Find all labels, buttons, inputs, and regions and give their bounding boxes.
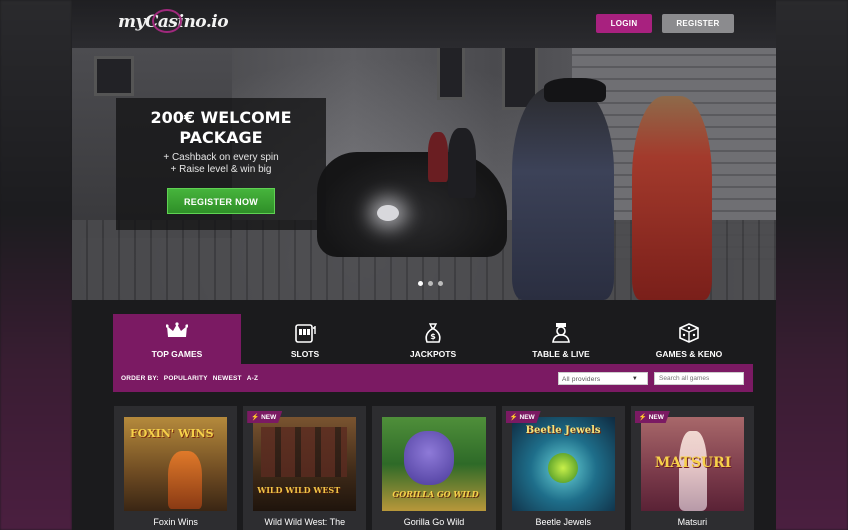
game-category-tabs: TOP GAMES SLOTS $ JACKPOTS TABLE & LIVE … bbox=[113, 314, 753, 364]
svg-text:$: $ bbox=[430, 332, 436, 341]
search-input[interactable] bbox=[654, 372, 744, 385]
new-badge: ⚡ NEW bbox=[247, 411, 283, 423]
lightning-icon: ⚡ bbox=[509, 414, 518, 421]
game-title[interactable]: Wild Wild West: The bbox=[253, 517, 356, 527]
game-title[interactable]: Foxin Wins bbox=[124, 517, 227, 527]
carousel-dot[interactable] bbox=[428, 281, 433, 286]
sort-popularity[interactable]: POPULARITY bbox=[164, 375, 208, 382]
game-art-title: Beetle Jewels bbox=[525, 425, 601, 436]
hero-window bbox=[437, 40, 465, 100]
order-by-label: ORDER BY: bbox=[121, 374, 159, 382]
dealer-icon bbox=[497, 322, 625, 344]
welcome-title-line2: PACKAGE bbox=[179, 128, 263, 147]
slot-machine-icon bbox=[241, 322, 369, 344]
money-bag-icon: $ bbox=[369, 322, 497, 344]
welcome-offer-box: 200€ WELCOME PACKAGE + Cashback on every… bbox=[116, 98, 326, 230]
tab-label: TABLE & LIVE bbox=[532, 349, 590, 359]
geisha-character bbox=[678, 431, 707, 511]
welcome-title-line1: 200€ WELCOME bbox=[150, 108, 292, 127]
game-thumbnail[interactable]: MATSURI bbox=[640, 417, 745, 511]
games-grid: FOXIN' WINS Foxin Wins ⚡ NEW WILD WILD W… bbox=[114, 406, 755, 530]
sort-a-z[interactable]: A-Z bbox=[247, 375, 258, 382]
dice-icon bbox=[625, 322, 753, 344]
welcome-bullet-raise-level: + Raise level & win big bbox=[170, 164, 272, 175]
crown-icon bbox=[113, 322, 241, 344]
provider-select-value: All providers bbox=[562, 376, 601, 383]
fox-character bbox=[168, 451, 202, 509]
game-card-foxin-wins[interactable]: FOXIN' WINS Foxin Wins bbox=[114, 406, 238, 530]
game-card-wild-wild-west[interactable]: ⚡ NEW WILD WILD WEST Wild Wild West: The bbox=[243, 406, 367, 530]
game-thumbnail[interactable]: WILD WILD WEST bbox=[253, 417, 357, 511]
game-card-gorilla-go-wild[interactable]: GORILLA GO WILD Gorilla Go Wild bbox=[372, 406, 496, 530]
game-title[interactable]: Matsuri bbox=[641, 517, 744, 527]
hero-gangster-man bbox=[512, 86, 614, 300]
badge-label: NEW bbox=[261, 414, 277, 421]
tab-label: TOP GAMES bbox=[151, 349, 203, 359]
game-thumbnail[interactable]: GORILLA GO WILD bbox=[382, 417, 486, 511]
game-thumbnail[interactable]: Beetle Jewels bbox=[511, 417, 615, 511]
chevron-down-icon: ▼ bbox=[631, 376, 638, 382]
hero-headlight bbox=[377, 205, 399, 221]
lightning-icon: ⚡ bbox=[251, 414, 260, 421]
badge-label: NEW bbox=[519, 414, 535, 421]
site-header: myCasino.io LOGIN REGISTER bbox=[72, 0, 776, 48]
game-card-beetle-jewels[interactable]: ⚡ NEW Beetle Jewels Beetle Jewels bbox=[501, 406, 625, 530]
tab-table-live[interactable]: TABLE & LIVE bbox=[497, 314, 625, 364]
tab-games-keno[interactable]: GAMES & KENO bbox=[625, 314, 753, 364]
game-art-title: MATSURI bbox=[654, 455, 732, 471]
game-art-title: WILD WILD WEST bbox=[257, 485, 341, 495]
hero-man-background bbox=[448, 128, 476, 198]
lightning-icon: ⚡ bbox=[638, 414, 647, 421]
game-title[interactable]: Beetle Jewels bbox=[512, 517, 615, 527]
hero-window bbox=[94, 56, 134, 96]
game-art-title: FOXIN' WINS bbox=[130, 427, 214, 440]
carousel-dots bbox=[418, 281, 443, 286]
gorilla-character bbox=[404, 431, 455, 485]
cowboys-art bbox=[261, 427, 348, 477]
carousel-dot[interactable] bbox=[438, 281, 443, 286]
hero-woman-background bbox=[428, 132, 448, 182]
logo-ring-icon bbox=[152, 9, 182, 33]
tab-label: GAMES & KENO bbox=[655, 349, 723, 359]
beetle-jewel-icon bbox=[547, 453, 578, 483]
site-logo[interactable]: myCasino.io bbox=[118, 9, 229, 33]
badge-label: NEW bbox=[648, 414, 664, 421]
game-art-title: GORILLA GO WILD bbox=[392, 489, 479, 499]
hero-fedora-hat bbox=[544, 78, 606, 102]
hero-woman-red-dress bbox=[632, 96, 712, 300]
tab-slots[interactable]: SLOTS bbox=[241, 314, 369, 364]
provider-select[interactable]: All providers ▼ bbox=[558, 372, 648, 385]
welcome-bullet-cashback: + Cashback on every spin bbox=[163, 152, 279, 163]
game-thumbnail[interactable]: FOXIN' WINS bbox=[124, 417, 228, 511]
carousel-dot[interactable] bbox=[418, 281, 423, 286]
login-button[interactable]: LOGIN bbox=[596, 14, 652, 33]
game-card-matsuri[interactable]: ⚡ NEW MATSURI Matsuri bbox=[630, 406, 755, 530]
tab-jackpots[interactable]: $ JACKPOTS bbox=[369, 314, 497, 364]
register-button[interactable]: REGISTER bbox=[662, 14, 734, 33]
new-badge: ⚡ NEW bbox=[505, 411, 541, 423]
filter-bar: ORDER BY: POPULARITY NEWEST A-Z All prov… bbox=[113, 364, 753, 392]
tab-label: SLOTS bbox=[290, 349, 320, 359]
hero-vintage-car bbox=[317, 152, 507, 257]
new-badge: ⚡ NEW bbox=[634, 411, 670, 423]
tab-top-games[interactable]: TOP GAMES bbox=[113, 314, 241, 364]
casino-site: 200€ WELCOME PACKAGE + Cashback on every… bbox=[72, 0, 776, 530]
register-now-button[interactable]: REGISTER NOW bbox=[167, 188, 275, 214]
tab-label: JACKPOTS bbox=[409, 349, 457, 359]
background-left bbox=[0, 0, 72, 530]
background-right bbox=[774, 0, 848, 530]
sort-newest[interactable]: NEWEST bbox=[213, 375, 242, 382]
game-title[interactable]: Gorilla Go Wild bbox=[382, 517, 485, 527]
